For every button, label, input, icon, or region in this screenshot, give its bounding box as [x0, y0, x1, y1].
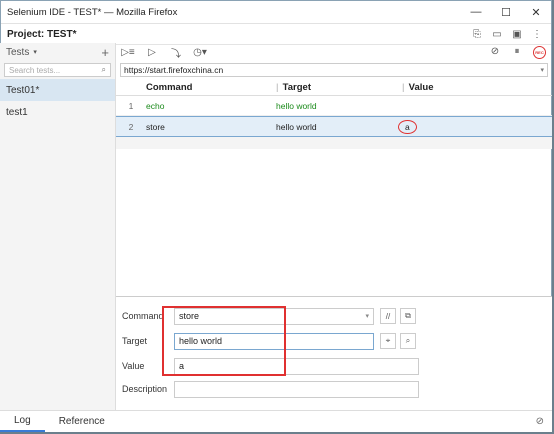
add-test-button[interactable]: + [101, 45, 109, 60]
empty-row[interactable] [116, 137, 552, 149]
row-target: hello world [276, 121, 317, 132]
table-header: Command | Target | Value [116, 79, 552, 96]
row-number: 2 [128, 121, 134, 132]
find-target-icon[interactable]: ⌕ [400, 333, 416, 349]
base-url-input[interactable]: https://start.firefoxchina.cn ▾ [120, 63, 548, 77]
select-target-button[interactable]: ⌖ [380, 333, 396, 349]
table-row[interactable]: 1 echo hello world [116, 96, 552, 116]
test-item[interactable]: test1 [0, 101, 115, 123]
row-value: a [398, 119, 417, 134]
description-row: Description [122, 380, 419, 398]
new-project-icon[interactable]: ⎘ [471, 28, 483, 40]
chevron-down-icon: ▾ [365, 313, 369, 320]
tab-log[interactable]: Log [0, 411, 45, 432]
clear-log-icon[interactable]: ⊘ [536, 416, 552, 427]
table-row[interactable]: 2 store hello world a [116, 116, 552, 137]
search-icon: ⌕ [101, 65, 106, 74]
disable-breakpoints-icon[interactable]: ⊘ [489, 46, 501, 58]
toolbar: ▷≡ ▷ ⤵ ◷▾ ⊘ ⏸ REC [116, 43, 552, 61]
search-tests-input[interactable]: Search tests... ⌕ [4, 63, 111, 77]
project-bar: Project: TEST* ⎘ ▭ ▣ ⋮ [1, 24, 551, 45]
open-folder-icon[interactable]: ▭ [491, 28, 503, 40]
description-input[interactable] [174, 380, 419, 398]
open-reference-icon[interactable]: ⧉ [400, 308, 416, 324]
chevron-down-icon: ▾ [33, 49, 37, 56]
row-number: 1 [128, 100, 134, 111]
speed-icon[interactable]: ◷▾ [193, 46, 207, 58]
chevron-down-icon: ▾ [540, 67, 544, 74]
comment-toggle-button[interactable]: // [380, 308, 396, 324]
minimize-button[interactable]: — [461, 1, 491, 23]
tests-dropdown[interactable]: Tests ▾ + [0, 43, 115, 61]
row-target: hello world [276, 100, 317, 111]
tab-reference[interactable]: Reference [45, 411, 119, 432]
test-item[interactable]: Test01* [0, 79, 115, 101]
step-icon[interactable]: ⤵ [170, 46, 182, 60]
record-icon[interactable]: REC [533, 45, 546, 59]
tests-header-label: Tests [6, 46, 30, 58]
close-button[interactable]: ✕ [521, 1, 551, 23]
row-command: store [146, 121, 165, 132]
description-label: Description [122, 384, 168, 394]
project-label: Project: TEST* [7, 28, 77, 40]
column-command: Command [146, 81, 193, 93]
pause-icon[interactable]: ⏸ [511, 46, 523, 58]
run-icon[interactable]: ▷ [146, 46, 158, 58]
sidebar: Tests ▾ + Search tests... ⌕ Test01* test… [0, 43, 116, 410]
save-icon[interactable]: ▣ [511, 28, 523, 40]
title-bar: Selenium IDE - TEST* — Mozilla Firefox —… [1, 1, 551, 24]
column-target: Target [282, 81, 312, 93]
bottom-panel-tabs: Log Reference ⊘ [0, 410, 552, 432]
row-command: echo [146, 100, 165, 111]
more-menu-icon[interactable]: ⋮ [531, 28, 543, 40]
column-value: Value [408, 81, 434, 93]
run-all-icon[interactable]: ▷≡ [121, 46, 135, 58]
window-title: Selenium IDE - TEST* — Mozilla Firefox [7, 6, 178, 18]
annotation-highlight-box [162, 306, 286, 376]
project-name: TEST* [47, 28, 77, 40]
maximize-button[interactable]: ☐ [491, 1, 521, 23]
